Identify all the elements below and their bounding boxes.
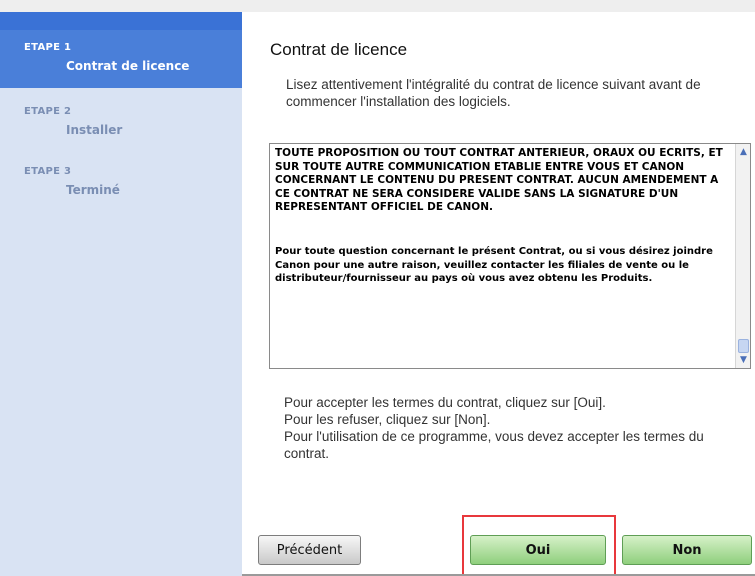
license-text: TOUTE PROPOSITION OU TOUT CONTRAT ANTERI… <box>275 147 727 286</box>
license-text-area[interactable]: TOUTE PROPOSITION OU TOUT CONTRAT ANTERI… <box>269 143 751 369</box>
instruction-line-2: Pour les refuser, cliquez sur [Non]. <box>284 412 491 427</box>
step-1-title: Contrat de licence <box>66 59 190 73</box>
main-panel: Contrat de licence Lisez attentivement l… <box>242 12 755 576</box>
page-title: Contrat de licence <box>270 40 408 59</box>
step-2-label: ETAPE 2 <box>24 106 72 117</box>
accept-instructions: Pour accepter les termes du contrat, cli… <box>284 394 734 462</box>
chevron-down-icon[interactable]: ▼ <box>738 355 749 366</box>
window-top-strip <box>0 0 755 12</box>
license-paragraph-1: TOUTE PROPOSITION OU TOUT CONTRAT ANTERI… <box>275 147 723 214</box>
no-button[interactable]: Non <box>622 535 752 565</box>
step-1-label: ETAPE 1 <box>24 42 72 53</box>
sidebar-header-bar <box>0 12 242 30</box>
yes-button[interactable]: Oui <box>470 535 606 565</box>
license-scrollbar[interactable]: ▲ ▼ <box>735 144 750 368</box>
step-3-label: ETAPE 3 <box>24 166 72 177</box>
steps-sidebar: ETAPE 1 Contrat de licence ETAPE 2 Insta… <box>0 30 242 576</box>
step-2-title: Installer <box>66 123 123 137</box>
instruction-line-3: Pour l'utilisation de ce programme, vous… <box>284 429 704 461</box>
step-3-title: Terminé <box>66 183 120 197</box>
previous-button[interactable]: Précédent <box>258 535 361 565</box>
intro-text: Lisez attentivement l'intégralité du con… <box>286 77 701 109</box>
scroll-thumb[interactable] <box>738 339 749 353</box>
chevron-up-icon[interactable]: ▲ <box>738 147 749 158</box>
installer-window: ETAPE 1 Contrat de licence ETAPE 2 Insta… <box>0 0 755 576</box>
instruction-line-1: Pour accepter les termes du contrat, cli… <box>284 395 606 410</box>
license-paragraph-2: Pour toute question concernant le présen… <box>275 245 713 285</box>
